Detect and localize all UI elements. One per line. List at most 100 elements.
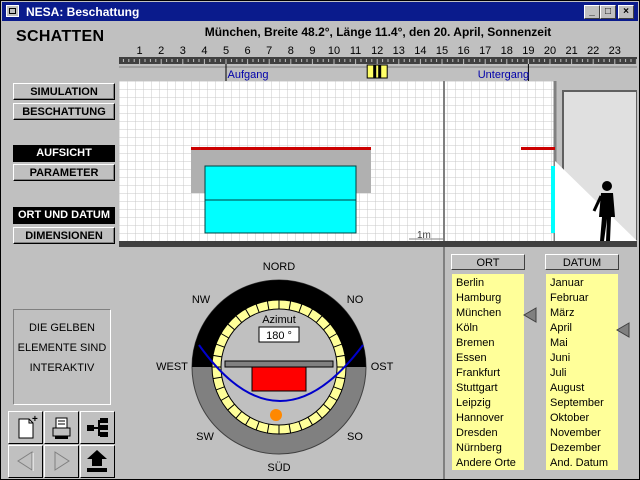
datum-header[interactable]: DATUM: [545, 254, 619, 270]
datum-item[interactable]: November: [550, 426, 618, 441]
elevation-svg: 1m: [119, 81, 637, 247]
compass-nord: NORD: [263, 261, 295, 273]
hour-label: 12: [371, 45, 383, 57]
datum-item[interactable]: Dezember: [550, 441, 618, 456]
title-bar: NESA: Beschattung _ □ ×: [2, 2, 638, 21]
dimensionen-button[interactable]: DIMENSIONEN: [13, 227, 115, 244]
aufsicht-button[interactable]: AUFSICHT: [13, 145, 115, 162]
compass-sued: SÜD: [267, 462, 290, 474]
timeline-bar: [119, 57, 637, 64]
arrow-left-icon: [17, 451, 34, 471]
hierarchy-button[interactable]: [80, 411, 115, 444]
datum-item[interactable]: Februar: [550, 291, 618, 306]
ort-item[interactable]: Hannover: [456, 411, 524, 426]
hour-label: 5: [223, 45, 229, 57]
azimut-label: Azimut: [262, 314, 296, 326]
info-box: DIE GELBEN ELEMENTE SIND INTERAKTIV: [13, 309, 111, 405]
ort-und-datum-button[interactable]: ORT UND DATUM: [13, 207, 115, 224]
elevation-view: 1m: [119, 81, 637, 247]
datum-item[interactable]: August: [550, 381, 618, 396]
ort-item[interactable]: Leipzig: [456, 396, 524, 411]
scale-label: 1m: [417, 230, 431, 241]
hour-label: 16: [457, 45, 469, 57]
location-header: München, Breite 48.2°, Länge 11.4°, den …: [204, 25, 552, 39]
ort-item[interactable]: Köln: [456, 321, 524, 336]
forward-button[interactable]: [44, 445, 79, 478]
new-document-icon: +: [18, 414, 38, 439]
hour-label: 20: [544, 45, 556, 57]
time-slider[interactable]: [366, 64, 388, 79]
hour-label: 19: [522, 45, 534, 57]
roof-edge: [191, 147, 371, 150]
parameter-button[interactable]: PARAMETER: [13, 164, 115, 181]
azimut-value: 180 °: [266, 330, 292, 342]
simulation-button[interactable]: SIMULATION: [13, 83, 115, 100]
divider: [443, 247, 445, 479]
close-button[interactable]: ×: [618, 5, 634, 19]
sunrise-label: Aufgang: [228, 69, 269, 81]
exit-arrow-icon: [87, 450, 107, 472]
ort-item[interactable]: Hamburg: [456, 291, 524, 306]
hour-label: 14: [414, 45, 426, 57]
ort-item[interactable]: München: [456, 306, 524, 321]
ort-list[interactable]: Berlin Hamburg München Köln Bremen Essen Frank…: [452, 274, 524, 470]
datum-item[interactable]: Mai: [550, 336, 618, 351]
maximize-button[interactable]: □: [600, 5, 616, 19]
new-document-button[interactable]: +: [8, 411, 43, 444]
sun-marker[interactable]: [270, 409, 282, 421]
hour-label: 22: [587, 45, 599, 57]
ort-item[interactable]: Nürnberg: [456, 441, 524, 456]
svg-text:+: +: [32, 414, 38, 425]
printer-icon: [52, 417, 71, 439]
ort-item[interactable]: Frankfurt: [456, 366, 524, 381]
ort-header[interactable]: ORT: [451, 254, 525, 270]
datum-item[interactable]: Januar: [550, 276, 618, 291]
hierarchy-icon: [87, 418, 108, 437]
ort-pointer-icon[interactable]: [522, 307, 538, 323]
ort-item[interactable]: Stuttgart: [456, 381, 524, 396]
app-icon[interactable]: [6, 5, 19, 17]
minimize-button[interactable]: _: [584, 5, 600, 19]
app-title: SCHATTEN: [16, 28, 105, 45]
sidebar: SCHATTEN SIMULATION BESCHATTUNG AUFSICHT…: [2, 21, 118, 479]
timeline-svg: 1 2 3 4 5 6 7 8 9 10 11 12 13 14 15 16 17 18 19 20 21 22 23 Au…: [117, 45, 637, 81]
datum-item[interactable]: März: [550, 306, 618, 321]
sunset-label: Untergang: [478, 69, 529, 81]
hour-label: 15: [436, 45, 448, 57]
app-window: NESA: Beschattung _ □ × SCHATTEN SIMULAT…: [0, 0, 640, 480]
hour-label: 13: [393, 45, 405, 57]
datum-item[interactable]: Juli: [550, 366, 618, 381]
ort-item[interactable]: Essen: [456, 351, 524, 366]
wall-plan: [224, 360, 334, 368]
datum-item[interactable]: And. Datum: [550, 456, 618, 471]
datum-list[interactable]: Januar Februar März April Mai Juni Juli August S…: [546, 274, 618, 470]
exit-button[interactable]: [80, 445, 115, 478]
ort-item[interactable]: Berlin: [456, 276, 524, 291]
hour-label: 11: [350, 45, 361, 57]
window-title: NESA: Beschattung: [26, 5, 140, 19]
hour-label: 8: [288, 45, 294, 57]
hour-label: 9: [309, 45, 315, 57]
hour-label: 10: [328, 45, 340, 57]
info-line: INTERAKTIV: [29, 362, 95, 374]
print-button[interactable]: [44, 411, 79, 444]
ort-item[interactable]: Andere Orte: [456, 456, 524, 471]
ort-item[interactable]: Bremen: [456, 336, 524, 351]
datum-pointer-icon[interactable]: [615, 322, 631, 338]
datum-item[interactable]: September: [550, 396, 618, 411]
hour-label: 21: [565, 45, 577, 57]
datum-item[interactable]: April: [550, 321, 618, 336]
datum-item[interactable]: Juni: [550, 351, 618, 366]
datum-item[interactable]: Oktober: [550, 411, 618, 426]
hour-label: 3: [180, 45, 186, 57]
beschattung-button[interactable]: BESCHATTUNG: [13, 103, 115, 120]
hour-label: 17: [479, 45, 491, 57]
compass-west: WEST: [156, 361, 188, 373]
arrow-right-icon: [54, 451, 70, 471]
back-button[interactable]: [8, 445, 43, 478]
info-line: DIE GELBEN: [28, 322, 96, 334]
hour-label: 23: [609, 45, 621, 57]
compass-sw: SW: [196, 431, 214, 443]
object-plan: [251, 366, 307, 392]
ort-item[interactable]: Dresden: [456, 426, 524, 441]
